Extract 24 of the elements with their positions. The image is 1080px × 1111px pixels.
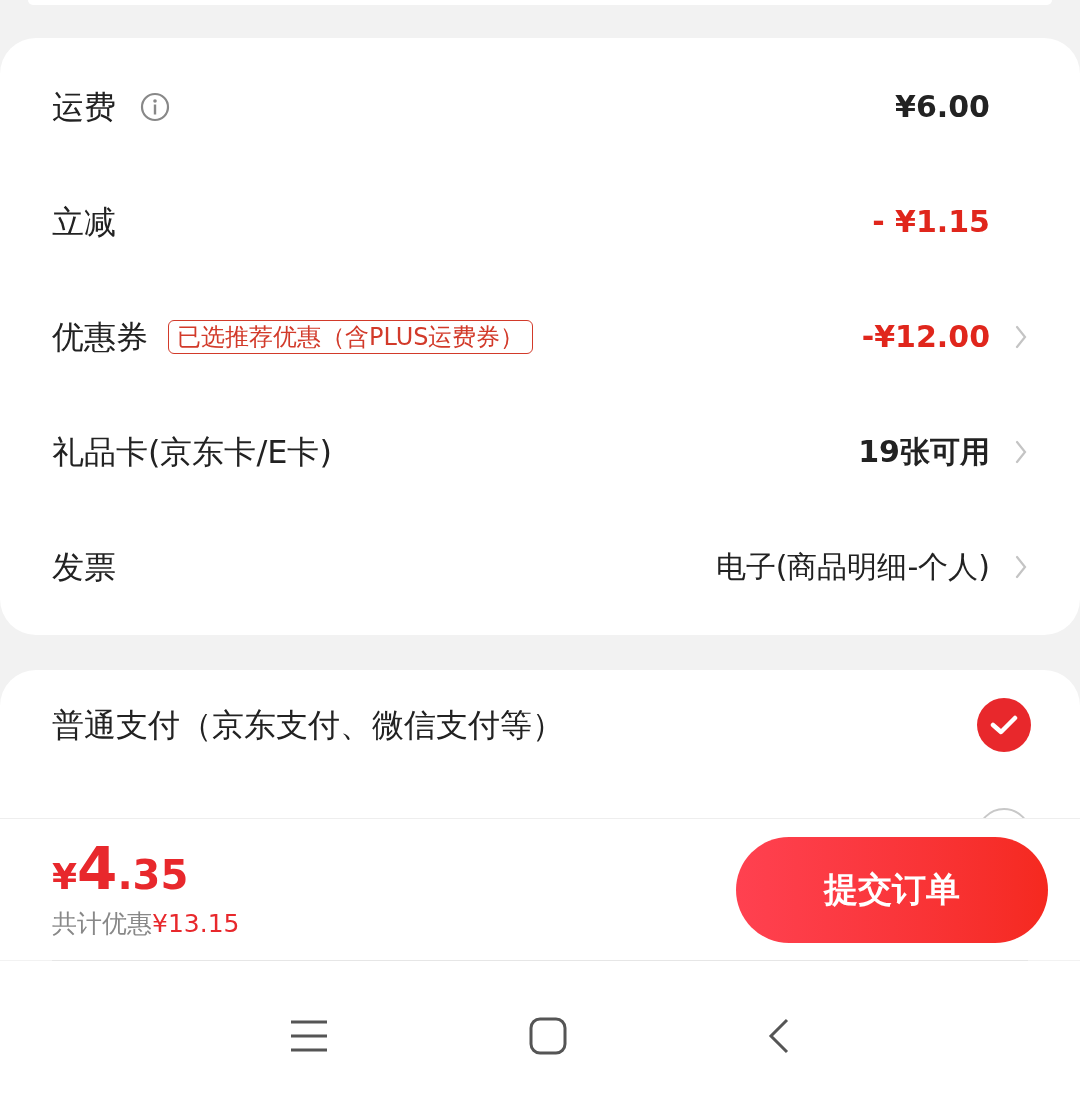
fee-value: 电子(商品明细-个人) — [715, 548, 990, 586]
payment-option[interactable]: 普通支付（京东支付、微信支付等） — [52, 701, 564, 749]
fee-label: 运费 — [52, 86, 116, 128]
coupon-tag: 已选推荐优惠（含PLUS运费券） — [168, 319, 534, 354]
checked-radio[interactable] — [977, 698, 1031, 752]
home-icon[interactable] — [529, 1017, 567, 1055]
check-icon — [990, 714, 1018, 736]
fee-label: 礼品卡(京东卡/E卡) — [52, 431, 332, 473]
fee-value: 19张可用 — [858, 433, 990, 471]
saving-value: ¥13.15 — [152, 907, 240, 940]
fee-value: ¥6.00 — [895, 88, 990, 126]
submit-order-button[interactable]: 提交订单 — [736, 836, 1048, 943]
info-icon — [140, 91, 170, 122]
fee-value: - ¥1.15 — [872, 203, 990, 241]
fee-label: 优惠券 — [52, 316, 148, 358]
fee-label: 立减 — [52, 201, 116, 243]
price-integer: 4 — [77, 836, 118, 901]
fee-label: 发票 — [52, 546, 116, 588]
menu-icon[interactable] — [289, 1019, 329, 1053]
saving-label: 共计优惠 — [52, 907, 152, 940]
fee-value: -¥12.00 — [861, 318, 990, 356]
price-decimal: .35 — [117, 850, 189, 900]
currency-symbol: ¥ — [52, 855, 78, 899]
back-icon[interactable] — [767, 1017, 791, 1055]
